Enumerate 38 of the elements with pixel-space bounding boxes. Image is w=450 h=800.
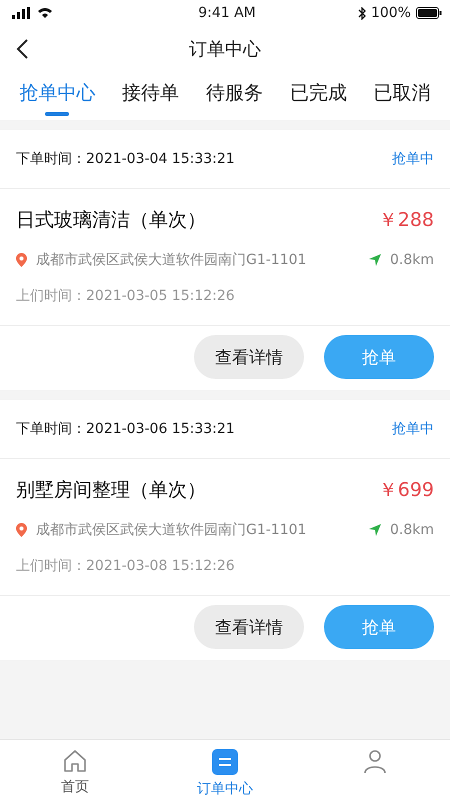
distance: 0.8km [390,522,434,538]
details-button[interactable]: 查看详情 [194,605,304,649]
service-title: 别墅房间整理（单次） [16,478,206,503]
tab[interactable]: 接待单 [122,72,180,120]
back-icon[interactable] [16,39,30,59]
address: 成都市武侯区武侯大道软件园南门G1-1101 [36,521,306,539]
page-title: 订单中心 [189,38,261,61]
tab[interactable]: 已完成 [290,72,347,120]
visit-time: 上们时间：2021-03-08 15:12:26 [16,557,236,575]
list-icon [211,748,239,776]
home-icon [62,748,88,774]
distance: 0.8km [390,252,434,268]
location-pin-icon [16,253,27,267]
order-status: 抢单中 [392,150,434,168]
wifi-icon [37,7,53,19]
signal-icon [12,7,32,19]
price: ￥288 [378,208,434,233]
visit-time: 上们时间：2021-03-05 15:12:26 [16,287,236,305]
price: ￥699 [378,478,434,503]
status-time: 9:41 AM [198,5,256,21]
person-icon [362,748,388,774]
location-pin-icon [16,523,27,537]
order-time: 下单时间：2021-03-04 15:33:21 [16,150,235,168]
address: 成都市武侯区武侯大道软件园南门G1-1101 [36,251,306,269]
tab[interactable]: 待服务 [206,72,263,120]
tab[interactable]: 抢单中心 [19,72,96,120]
details-button[interactable]: 查看详情 [194,335,304,379]
order-status: 抢单中 [392,420,434,438]
tab[interactable]: 已取消 [374,72,431,120]
nav-item[interactable]: 首页 [15,740,135,800]
battery-percent: 100% [370,5,411,21]
service-title: 日式玻璃清洁（单次） [16,208,206,233]
navigation-arrow-icon [368,254,381,266]
order-time: 下单时间：2021-03-06 15:33:21 [16,420,235,438]
battery-icon [416,7,442,19]
nav-item[interactable]: 订单中心 [165,740,285,800]
navigation-arrow-icon [368,524,381,536]
bluetooth-icon [358,6,366,20]
